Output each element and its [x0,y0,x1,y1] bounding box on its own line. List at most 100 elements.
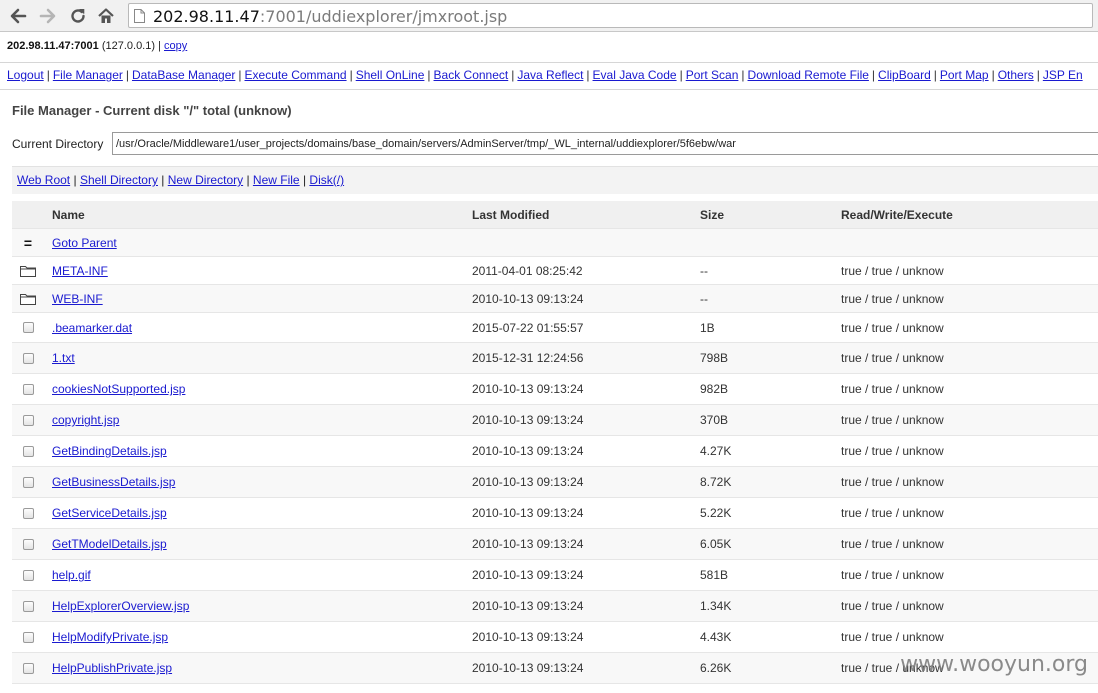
table-row: GetServiceDetails.jsp 2010-10-13 09:13:24… [12,498,1098,529]
menu-shell-online[interactable]: Shell OnLine [356,68,425,82]
select-checkbox[interactable] [22,383,34,395]
menu-download-remote-file[interactable]: Download Remote File [748,68,869,82]
menu-port-map[interactable]: Port Map [940,68,989,82]
permissions-cell: true / true / unknow [841,506,944,520]
home-button[interactable] [94,4,118,28]
watermark: www.wooyun.org [900,652,1088,677]
permissions-cell: true / true / unknow [841,444,944,458]
menu-file-manager[interactable]: File Manager [53,68,123,82]
size-cell: 4.43K [700,630,732,644]
divider [0,89,1098,90]
goto-parent-link[interactable]: Goto Parent [52,236,117,250]
menu-back-connect[interactable]: Back Connect [434,68,509,82]
menu-port-scan[interactable]: Port Scan [686,68,739,82]
forward-button[interactable] [36,4,60,28]
select-checkbox[interactable] [22,538,34,550]
size-cell: -- [700,291,708,306]
permissions-cell: true / true / unknow [841,413,944,427]
last-modified-cell: 2010-10-13 09:13:24 [472,291,584,306]
menu-others[interactable]: Others [998,68,1034,82]
table-row: .beamarker.dat 2015-07-22 01:55:57 1B true … [12,313,1098,343]
last-modified-cell: 2010-10-13 09:13:24 [472,661,584,675]
table-row: HelpModifyPrivate.jsp 2010-10-13 09:13:24… [12,622,1098,653]
menu-eval-java-code[interactable]: Eval Java Code [593,68,677,82]
web-root-link[interactable]: Web Root [17,173,70,187]
menu-database-manager[interactable]: DataBase Manager [132,68,235,82]
last-modified-cell: 2015-07-22 01:55:57 [472,320,584,335]
permissions-cell: true / true / unknow [841,475,944,489]
last-modified-cell: 2015-12-31 12:24:56 [472,351,584,365]
file-link[interactable]: 1.txt [52,351,75,365]
folder-icon [20,293,36,305]
select-checkbox[interactable] [22,414,34,426]
forward-arrow-icon [39,8,56,24]
home-icon [98,8,114,23]
table-header: Name Last Modified Size Read/Write/Execu… [12,201,1098,229]
last-modified-cell: 2010-10-13 09:13:24 [472,599,584,613]
size-cell: 1.34K [700,599,732,613]
select-checkbox[interactable] [22,476,34,488]
select-checkbox[interactable] [22,600,34,612]
reload-button[interactable] [66,4,90,28]
address-bar[interactable]: 202.98.11.47:7001/uddiexplorer/jmxroot.j… [128,3,1093,28]
file-link[interactable]: copyright.jsp [52,413,119,427]
table-row: GetBusinessDetails.jsp 2010-10-13 09:13:2… [12,467,1098,498]
divider [0,62,1098,63]
copy-link[interactable]: copy [164,40,187,52]
select-checkbox[interactable] [22,352,34,364]
host-address: 202.98.11.47:7001 [7,40,99,52]
table-row: copyright.jsp 2010-10-13 09:13:24 370B true… [12,405,1098,436]
menu-java-reflect[interactable]: Java Reflect [517,68,583,82]
size-cell: 982B [700,382,729,396]
menu-jsp-env[interactable]: JSP En [1043,68,1083,82]
permissions-cell: true / true / unknow [841,537,944,551]
last-modified-cell: 2010-10-13 09:13:24 [472,506,584,520]
file-link[interactable]: GetTModelDetails.jsp [52,537,167,551]
permissions-cell: true / true / unknow [841,599,944,613]
select-checkbox[interactable] [22,507,34,519]
size-cell: 6.05K [700,537,732,551]
size-cell: 798B [700,351,729,365]
menu-clipboard[interactable]: ClipBoard [878,68,931,82]
menu-logout[interactable]: Logout [7,68,44,82]
shell-directory-link[interactable]: Shell Directory [80,173,158,187]
last-modified-cell: 2011-04-01 08:25:42 [472,263,583,278]
folder-link[interactable]: META-INF [52,264,108,278]
file-link[interactable]: GetBusinessDetails.jsp [52,475,175,489]
select-checkbox[interactable] [22,662,34,674]
header-last-modified: Last Modified [472,207,550,222]
select-checkbox[interactable] [22,569,34,581]
select-checkbox[interactable] [22,322,34,333]
host-info: 202.98.11.47:7001 (127.0.0.1) | copy [7,40,188,52]
disk-link[interactable]: Disk(/) [309,173,344,187]
page-icon [134,9,145,23]
back-button[interactable] [6,4,30,28]
menu-execute-command[interactable]: Execute Command [245,68,347,82]
parent-row: = Goto Parent [12,229,1098,257]
file-link[interactable]: cookiesNotSupported.jsp [52,382,185,396]
table-row: GetBindingDetails.jsp 2010-10-13 09:13:24… [12,436,1098,467]
file-link[interactable]: GetBindingDetails.jsp [52,444,167,458]
file-link[interactable]: HelpPublishPrivate.jsp [52,661,172,675]
table-row: 1.txt 2015-12-31 12:24:56 798B true / true … [12,343,1098,374]
size-cell: -- [700,263,708,278]
size-cell: 5.22K [700,506,732,520]
new-directory-link[interactable]: New Directory [168,173,243,187]
url-text: 202.98.11.47:7001/uddiexplorer/jmxroot.j… [153,7,508,26]
permissions-cell: true / true / unknow [841,263,944,278]
select-checkbox[interactable] [22,445,34,457]
file-link[interactable]: help.gif [52,568,91,582]
current-directory-input[interactable] [112,132,1098,155]
select-checkbox[interactable] [22,631,34,643]
size-cell: 370B [700,413,729,427]
folder-link[interactable]: WEB-INF [52,292,103,306]
file-link[interactable]: HelpModifyPrivate.jsp [52,630,168,644]
folder-icon [20,265,36,277]
file-link[interactable]: GetServiceDetails.jsp [52,506,167,520]
last-modified-cell: 2010-10-13 09:13:24 [472,413,584,427]
file-link[interactable]: .beamarker.dat [52,321,132,335]
table-row: META-INF 2011-04-01 08:25:42 -- true / true… [12,257,1098,285]
new-file-link[interactable]: New File [253,173,300,187]
last-modified-cell: 2010-10-13 09:13:24 [472,537,584,551]
file-link[interactable]: HelpExplorerOverview.jsp [52,599,189,613]
